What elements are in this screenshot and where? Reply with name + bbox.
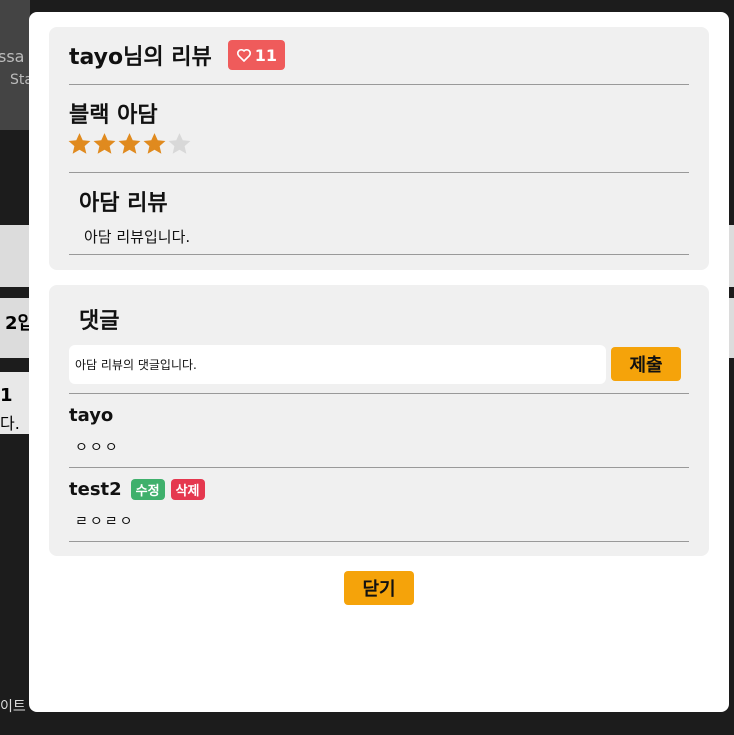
divider [69, 254, 689, 255]
divider [69, 172, 689, 173]
star-empty-icon [168, 133, 191, 154]
review-author-title: tayo님의 리뷰 [69, 45, 212, 70]
close-button[interactable]: 닫기 [344, 571, 414, 605]
review-panel: tayo님의 리뷰 11 블랙 아담 아담 리뷰 아담 리뷰입니다. [49, 27, 709, 270]
review-header: tayo님의 리뷰 11 [69, 39, 286, 71]
divider [69, 393, 689, 394]
comments-title: 댓글 [79, 309, 120, 334]
comment-input[interactable] [69, 345, 606, 384]
comment-item: test2 수정 삭제 [69, 479, 205, 500]
comment-author: test2 [69, 479, 122, 500]
star-rating [67, 131, 192, 157]
star-filled-icon [143, 133, 166, 154]
divider [69, 84, 689, 85]
edit-comment-button[interactable]: 수정 [130, 479, 165, 500]
review-body: 아담 리뷰입니다. [84, 228, 191, 246]
review-modal: tayo님의 리뷰 11 블랙 아담 아담 리뷰 아담 리뷰입니다. 댓글 제출… [29, 12, 729, 712]
comments-panel: 댓글 제출 tayo ㅇㅇㅇ test2 수정 삭제 ㄹㅇㄹㅇ [49, 285, 709, 556]
bg-text: 다. [0, 414, 20, 433]
comment-item: tayo [69, 405, 113, 426]
comment-body: ㄹㅇㄹㅇ [75, 514, 135, 530]
comment-author: tayo [69, 405, 114, 426]
star-filled-icon [118, 133, 141, 154]
like-button[interactable]: 11 [227, 40, 286, 70]
comment-body: ㅇㅇㅇ [75, 440, 120, 456]
submit-button[interactable]: 제출 [611, 347, 681, 381]
review-title: 아담 리뷰 [79, 191, 168, 216]
bg-text: 이트 [0, 699, 26, 715]
bg-strip [729, 298, 734, 358]
bg-strip [729, 225, 734, 287]
bg-text: ssa [0, 47, 25, 66]
like-count: 11 [254, 45, 278, 65]
star-filled-icon [68, 133, 91, 154]
divider [69, 541, 689, 542]
bg-text: 1 [0, 385, 13, 406]
bg-strip [0, 225, 30, 287]
divider [69, 467, 689, 468]
delete-comment-button[interactable]: 삭제 [170, 479, 205, 500]
movie-title: 블랙 아담 [69, 103, 158, 128]
heart-icon [236, 48, 251, 62]
star-filled-icon [93, 133, 116, 154]
